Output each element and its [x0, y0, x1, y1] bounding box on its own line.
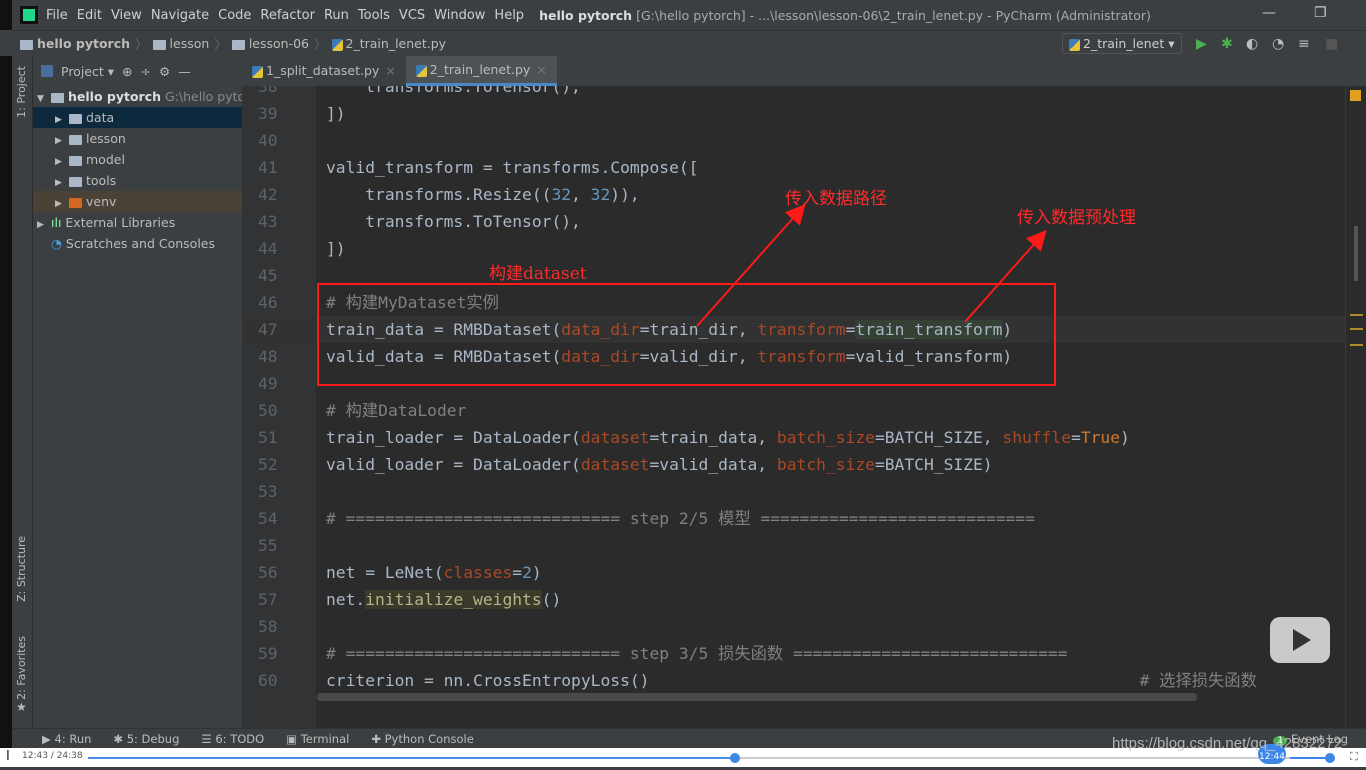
play-button-icon[interactable]: [1270, 617, 1330, 663]
arrow-data-dir: [696, 204, 806, 327]
progress-knob[interactable]: [730, 753, 741, 763]
annotation-arrows: [696, 204, 1047, 327]
video-time: 12:43 / 24:38: [22, 751, 83, 761]
debug-tool-button[interactable]: ✱ 5: Debug: [113, 732, 179, 746]
watermark: https://blog.csdn.net/qq_42832272: [1112, 735, 1343, 752]
arrow-transform: [964, 230, 1047, 323]
todo-tool-button[interactable]: ☰ 6: TODO: [201, 732, 264, 746]
cursor-icon: I: [6, 749, 10, 764]
fullscreen-icon[interactable]: ⛶: [1350, 750, 1358, 764]
terminal-tool-button[interactable]: ▣ Terminal: [286, 732, 349, 746]
run-tool-button[interactable]: ▶ 4: Run: [42, 732, 91, 746]
video-progress[interactable]: [88, 753, 1333, 763]
python-console-button[interactable]: ✚ Python Console: [371, 732, 473, 746]
volume-slider[interactable]: [1290, 753, 1335, 763]
